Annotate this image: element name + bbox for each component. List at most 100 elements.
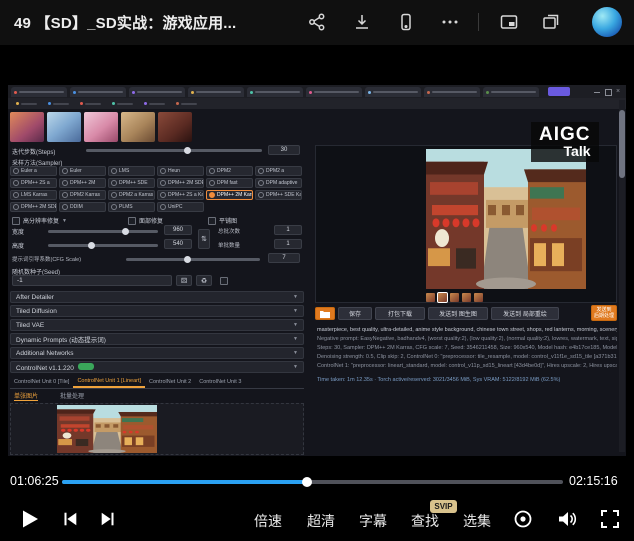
controlnet-unit2-tab: ControlNet Unit 2: [145, 376, 195, 388]
controlnet-input-image: [57, 405, 157, 453]
send-to-img2img-button: 发送到 图生图: [428, 307, 488, 320]
sampler-option: DPM2 a: [255, 166, 302, 176]
generation-params-text: Steps: 30, Sampler: DPM++ 2M Karras, CFG…: [317, 345, 617, 351]
play-icon[interactable]: [17, 507, 41, 531]
save-button: 保存: [338, 307, 372, 320]
sampler-option: Heun: [157, 166, 204, 176]
controlnet-image-dropzone: [10, 403, 304, 455]
bookmark-item: [144, 102, 165, 105]
browser-tab: [365, 87, 421, 97]
tiling-checkbox: 平铺图: [208, 216, 237, 225]
accordion-dynamic-prompts: Dynamic Prompts (动态提示词)▼: [10, 333, 304, 345]
send-to-inpaint-button: 发送到 局部重绘: [491, 307, 559, 320]
sampler-option: DPM2 Karras: [59, 190, 106, 200]
more-icon[interactable]: [440, 12, 460, 32]
sampler-option: DPM++ 2S a: [10, 178, 57, 188]
scrollbar-thumb: [619, 110, 625, 178]
sampler-option: DPM++ 2S a Karras: [157, 190, 204, 200]
sampler-option: PLMS: [108, 202, 155, 212]
bookmarks-bar: [8, 98, 626, 109]
volume-icon[interactable]: [556, 508, 578, 530]
pip-icon[interactable]: [499, 12, 519, 32]
sampler-option: DPM2: [206, 166, 253, 176]
bookmark-item: [112, 102, 133, 105]
browser-tab: [483, 87, 539, 97]
fullscreen-icon[interactable]: [600, 509, 620, 529]
prompt-text: masterpiece, best quality, ultra-detaile…: [317, 327, 617, 333]
time-taken-text: Time taken: 1m 12.35s · Torch active/res…: [317, 377, 617, 383]
close-icon: ×: [616, 89, 622, 95]
sampler-option: DDIM: [59, 202, 106, 212]
gallery-thumbnail: [426, 293, 435, 302]
width-value: 960: [164, 225, 192, 235]
reference-thumbnail: [158, 112, 192, 142]
controlnet-unit0-tab: ControlNet Unit 0 [Tile]: [10, 376, 73, 388]
sampler-option: UniPC: [157, 202, 204, 212]
reference-thumbnail: [10, 112, 44, 142]
batch-count-value: 1: [274, 225, 302, 235]
sampler-option: DPM++ 2M SDE: [157, 178, 204, 188]
titlebar-divider: [478, 13, 479, 31]
caret-icon: ▼: [62, 218, 67, 224]
dice-icon: ⚄: [176, 275, 192, 286]
accordion-after-detailer: After Detailer▼: [10, 291, 304, 303]
width-slider: [48, 230, 158, 233]
total-time: 02:15:16: [569, 474, 618, 488]
sampler-option: DPM++ 2M SDE Karras: [10, 202, 57, 212]
gallery-thumbnail: [450, 293, 459, 302]
batch-count-label: 总批次数: [218, 227, 240, 235]
gallery-thumbnail: [474, 293, 483, 302]
progress-row: 01:06:25 02:15:16: [0, 470, 634, 496]
subtitle-button[interactable]: 字幕: [356, 511, 390, 531]
negative-prompt-text: Negative prompt: EasyNegative, badhandv4…: [317, 336, 617, 342]
playback-speed-button[interactable]: 倍速: [251, 511, 285, 531]
single-image-subtab: 单张图片: [14, 391, 38, 401]
phone-icon[interactable]: [396, 12, 416, 32]
sampler-option: DPM++ SDE: [108, 178, 155, 188]
restore-faces-checkbox: 面部修复: [128, 216, 163, 225]
minimize-icon: [594, 89, 600, 93]
progress-handle[interactable]: [302, 477, 312, 487]
next-episode-icon[interactable]: [99, 510, 117, 528]
progress-fill: [62, 480, 307, 484]
record-icon[interactable]: [513, 509, 533, 529]
sampler-option: DPM++ 2M: [59, 178, 106, 188]
browser-tab: [129, 87, 185, 97]
width-label: 宽度: [12, 227, 24, 236]
cfg-slider: [126, 258, 260, 261]
avatar[interactable]: [592, 7, 622, 37]
generation-params-text: ControlNet 1: "preprocessor: lineart_sta…: [317, 363, 617, 369]
caret-icon: ▼: [293, 336, 298, 342]
browser-tab: [188, 87, 244, 97]
steps-slider: [86, 149, 262, 152]
caret-icon: ▼: [293, 364, 298, 370]
sampler-option: LMS: [108, 166, 155, 176]
share-icon[interactable]: [307, 12, 327, 32]
hires-fix-checkbox: 高分辨率修复 ▼: [12, 216, 67, 225]
previous-episode-icon[interactable]: [61, 510, 79, 528]
watermark-logo: AIGC Talk: [531, 122, 599, 162]
browser-scrollbar: [619, 100, 625, 452]
download-icon[interactable]: [352, 12, 372, 32]
sampler-option: Euler a: [10, 166, 57, 176]
sampler-option: DPM adaptive: [255, 178, 302, 188]
controlnet-unit3-tab: ControlNet Unit 3: [195, 376, 245, 388]
sampler-option: DPM fast: [206, 178, 253, 188]
caret-icon: ▼: [293, 322, 298, 328]
sampler-option: DPM++ 2M Karras: [206, 190, 253, 200]
generation-params-text: Denoising strength: 0.5, Clip skip: 2, C…: [317, 354, 617, 360]
sampler-option: Euler: [59, 166, 106, 176]
accordion-controlnet: ControlNet v1.1.220 ▼: [10, 361, 304, 373]
current-time: 01:06:25: [10, 474, 59, 488]
quality-button[interactable]: 超清: [304, 511, 338, 531]
reference-thumbnail: [84, 112, 118, 142]
batch-size-value: 1: [274, 239, 302, 249]
progress-bar[interactable]: [62, 480, 563, 484]
browser-tab: [424, 87, 480, 97]
window-mode-icon[interactable]: [541, 12, 561, 32]
video-surface[interactable]: × 迭代步数(Steps): [0, 45, 634, 470]
browser-tab: [247, 87, 303, 97]
episodes-button[interactable]: 选集: [460, 511, 494, 531]
search-button[interactable]: 查找: [408, 511, 442, 531]
extra-seed-checkbox: [220, 277, 228, 285]
